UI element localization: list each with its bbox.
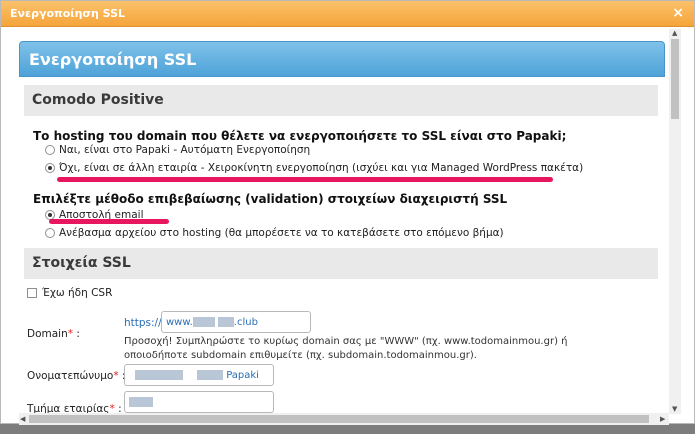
hosting-question: Το hosting του domain που θέλετε να ενερ… (33, 129, 567, 143)
ssl-activation-dialog: Ενεργοποίηση SSL × Ενεργοποίηση SSL Como… (0, 0, 695, 425)
domain-value-start: www. (166, 317, 193, 328)
annotation-underline-email (49, 219, 169, 224)
name-input[interactable]: Papaki (124, 364, 274, 386)
radio-validation-upload[interactable] (45, 228, 55, 238)
name-label: Ονοματεπώνυμο* : (27, 370, 125, 382)
redacted-mask (129, 397, 153, 407)
required-mark: * (67, 328, 73, 340)
hosting-option-no-label: Όχι, είναι σε άλλη εταιρία - Χειροκίνητη… (59, 162, 584, 174)
validation-question: Επιλέξτε μέθοδο επιβεβαίωσης (validation… (33, 192, 508, 206)
https-prefix: https:// (124, 317, 162, 329)
validation-option-upload[interactable]: Ανέβασμα αρχείου στο hosting (θα μπορέσε… (45, 227, 504, 239)
dialog-content: Ενεργοποίηση SSL Comodo Positive Το host… (19, 41, 667, 413)
horizontal-scrollbar[interactable]: ◀ ▶ (19, 413, 669, 425)
redacted-mask (192, 317, 215, 327)
section-title: Comodo Positive (32, 92, 164, 108)
dialog-title: Ενεργοποίηση SSL (10, 7, 126, 20)
have-csr-option[interactable]: Έχω ήδη CSR (27, 287, 112, 299)
redacted-mask (217, 317, 234, 327)
radio-hosting-no[interactable] (45, 163, 55, 173)
scroll-right-icon[interactable]: ▶ (660, 415, 665, 423)
have-csr-label: Έχω ήδη CSR (42, 287, 113, 299)
panel-title: Ενεργοποίηση SSL (29, 50, 197, 69)
domain-value-end: .club (233, 317, 258, 328)
company-dept-label: Τμήμα εταιρίας* : (27, 403, 122, 413)
dialog-titlebar: Ενεργοποίηση SSL × (1, 1, 694, 27)
scroll-up-icon[interactable]: ▲ (672, 29, 677, 37)
company-dept-input[interactable] (124, 391, 274, 413)
section-comodo-positive: Comodo Positive (24, 85, 658, 116)
section-ssl-details: Στοιχεία SSL (24, 248, 658, 279)
validation-option-upload-label: Ανέβασμα αρχείου στο hosting (θα μπορέσε… (59, 227, 504, 239)
vertical-scroll-thumb[interactable] (671, 39, 679, 119)
annotation-underline-hosting (57, 177, 553, 182)
section-title-ssl-details: Στοιχεία SSL (32, 255, 131, 271)
hosting-option-no[interactable]: Όχι, είναι σε άλλη εταιρία - Χειροκίνητη… (45, 162, 583, 174)
domain-input[interactable]: www. .club (161, 311, 311, 333)
redacted-mask (197, 370, 223, 380)
panel-header: Ενεργοποίηση SSL (19, 41, 665, 77)
have-csr-checkbox[interactable] (27, 288, 37, 298)
hosting-option-yes-label: Ναι, είναι στο Papaki - Αυτόματη Ενεργοπ… (59, 144, 311, 156)
scroll-left-icon[interactable]: ◀ (20, 415, 25, 423)
hosting-option-yes[interactable]: Ναι, είναι στο Papaki - Αυτόματη Ενεργοπ… (45, 144, 310, 156)
scroll-down-icon[interactable]: ▼ (672, 405, 677, 413)
horizontal-scroll-thumb[interactable] (29, 415, 649, 423)
radio-hosting-yes[interactable] (45, 145, 55, 155)
domain-hint: Προσοχή! Συμπληρώστε το κυρίως domain σα… (124, 336, 568, 361)
name-value-end: Papaki (226, 370, 259, 381)
vertical-scrollbar[interactable]: ▲ ▼ (669, 29, 681, 414)
domain-label: Domain* : (27, 328, 80, 340)
redacted-mask (135, 370, 183, 380)
close-icon[interactable]: × (672, 5, 684, 21)
